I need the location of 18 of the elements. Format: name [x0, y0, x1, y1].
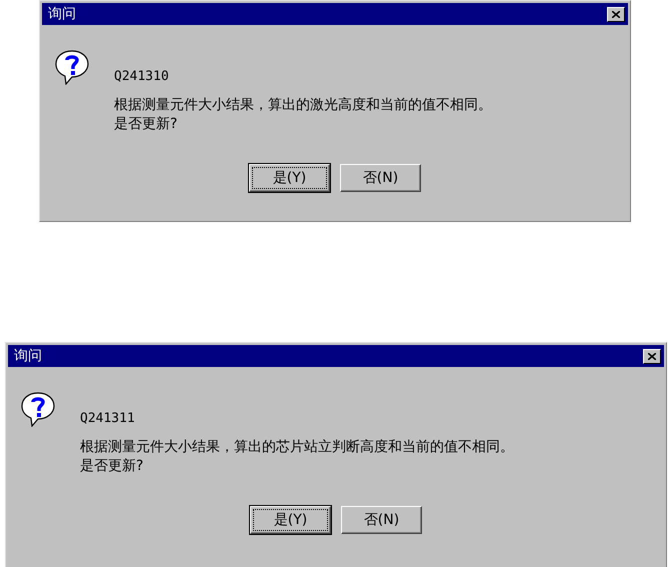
message-text: 根据测量元件大小结果，算出的激光高度和当前的值不相同。	[114, 96, 492, 115]
message-text: 根据测量元件大小结果，算出的芯片站立判断高度和当前的值不相同。	[80, 438, 514, 457]
question-icon	[20, 391, 56, 427]
message-code: Q241310	[114, 69, 170, 84]
yes-button[interactable]: 是(Y)	[249, 164, 330, 192]
window-title: 询问	[48, 5, 76, 23]
close-button[interactable]	[643, 348, 661, 364]
yes-button[interactable]: 是(Y)	[250, 506, 331, 534]
question-icon	[54, 49, 90, 85]
message-code: Q241311	[80, 411, 136, 426]
close-icon	[648, 352, 656, 360]
close-button[interactable]	[607, 6, 625, 22]
no-button[interactable]: 否(N)	[341, 506, 422, 534]
no-button[interactable]: 否(N)	[340, 164, 421, 192]
message-text: 是否更新?	[80, 457, 144, 476]
window-title: 询问	[14, 347, 42, 365]
message-text: 是否更新?	[114, 115, 178, 134]
close-icon	[612, 10, 620, 18]
